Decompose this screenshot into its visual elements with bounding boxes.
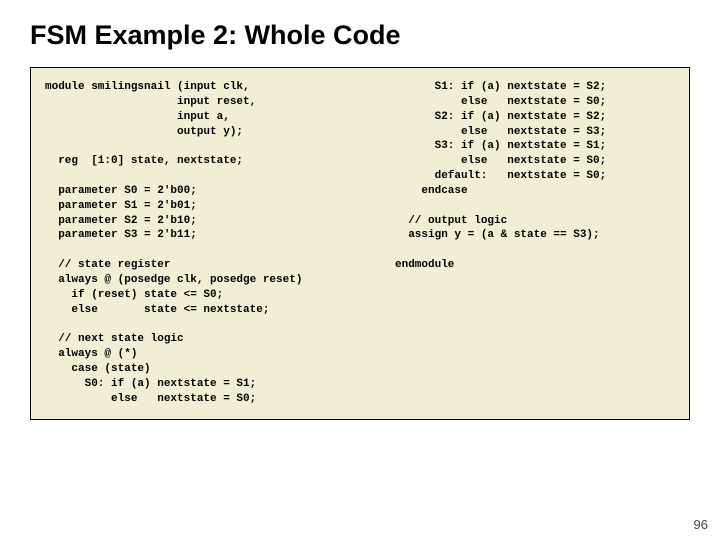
code-column-right: S1: if (a) nextstate = S2; else nextstat… (395, 80, 675, 407)
code-box: module smilingsnail (input clk, input re… (30, 67, 690, 420)
code-column-left: module smilingsnail (input clk, input re… (45, 80, 375, 407)
code-columns: module smilingsnail (input clk, input re… (45, 80, 675, 407)
slide: FSM Example 2: Whole Code module smiling… (0, 0, 720, 540)
page-number: 96 (694, 517, 708, 532)
slide-title: FSM Example 2: Whole Code (30, 20, 690, 51)
